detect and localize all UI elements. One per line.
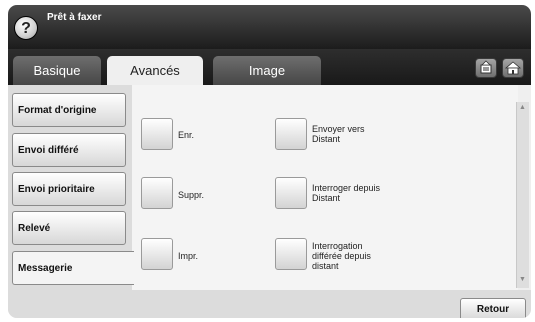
home-icon[interactable]: [502, 58, 524, 78]
scrollbar[interactable]: ▲ ▼: [516, 102, 529, 288]
screen: ? Prêt à faxer Basique Avancés Image For…: [8, 5, 531, 318]
back-button[interactable]: Retour: [460, 298, 526, 318]
tab-avances[interactable]: Avancés: [107, 56, 203, 85]
suppr-button[interactable]: [141, 177, 173, 209]
help-icon[interactable]: ?: [14, 16, 38, 40]
envoyer-vers-distant-button[interactable]: [275, 118, 307, 150]
tab-image[interactable]: Image: [213, 56, 321, 85]
suppr-label: Suppr.: [178, 190, 205, 200]
envoyer-vers-distant-label: Envoyer vers Distant: [312, 124, 365, 144]
interrogation-differee-label: Interrogation différée depuis distant: [312, 241, 371, 271]
scroll-up-icon[interactable]: ▲: [519, 104, 526, 111]
nav-envoi-differe[interactable]: Envoi différé: [12, 133, 126, 167]
impr-button[interactable]: [141, 238, 173, 270]
page-title: Prêt à faxer: [47, 12, 102, 23]
nav-format-origine[interactable]: Format d'origine: [12, 93, 126, 127]
nav-messagerie[interactable]: Messagerie: [12, 251, 134, 285]
job-status-icon[interactable]: [475, 58, 497, 78]
interrogation-differee-button[interactable]: [275, 238, 307, 270]
tab-basique[interactable]: Basique: [13, 56, 101, 85]
tab-bar: Basique Avancés Image: [8, 49, 531, 85]
nav-releve[interactable]: Relevé: [12, 211, 126, 245]
enr-label: Enr.: [178, 130, 195, 140]
impr-label: Impr.: [178, 251, 199, 261]
nav-envoi-prioritaire[interactable]: Envoi prioritaire: [12, 172, 126, 206]
title-bar: ? Prêt à faxer: [8, 5, 531, 49]
enr-button[interactable]: [141, 118, 173, 150]
interroger-depuis-distant-button[interactable]: [275, 177, 307, 209]
scroll-down-icon[interactable]: ▼: [519, 276, 526, 283]
interroger-depuis-distant-label: Interroger depuis Distant: [312, 183, 381, 203]
